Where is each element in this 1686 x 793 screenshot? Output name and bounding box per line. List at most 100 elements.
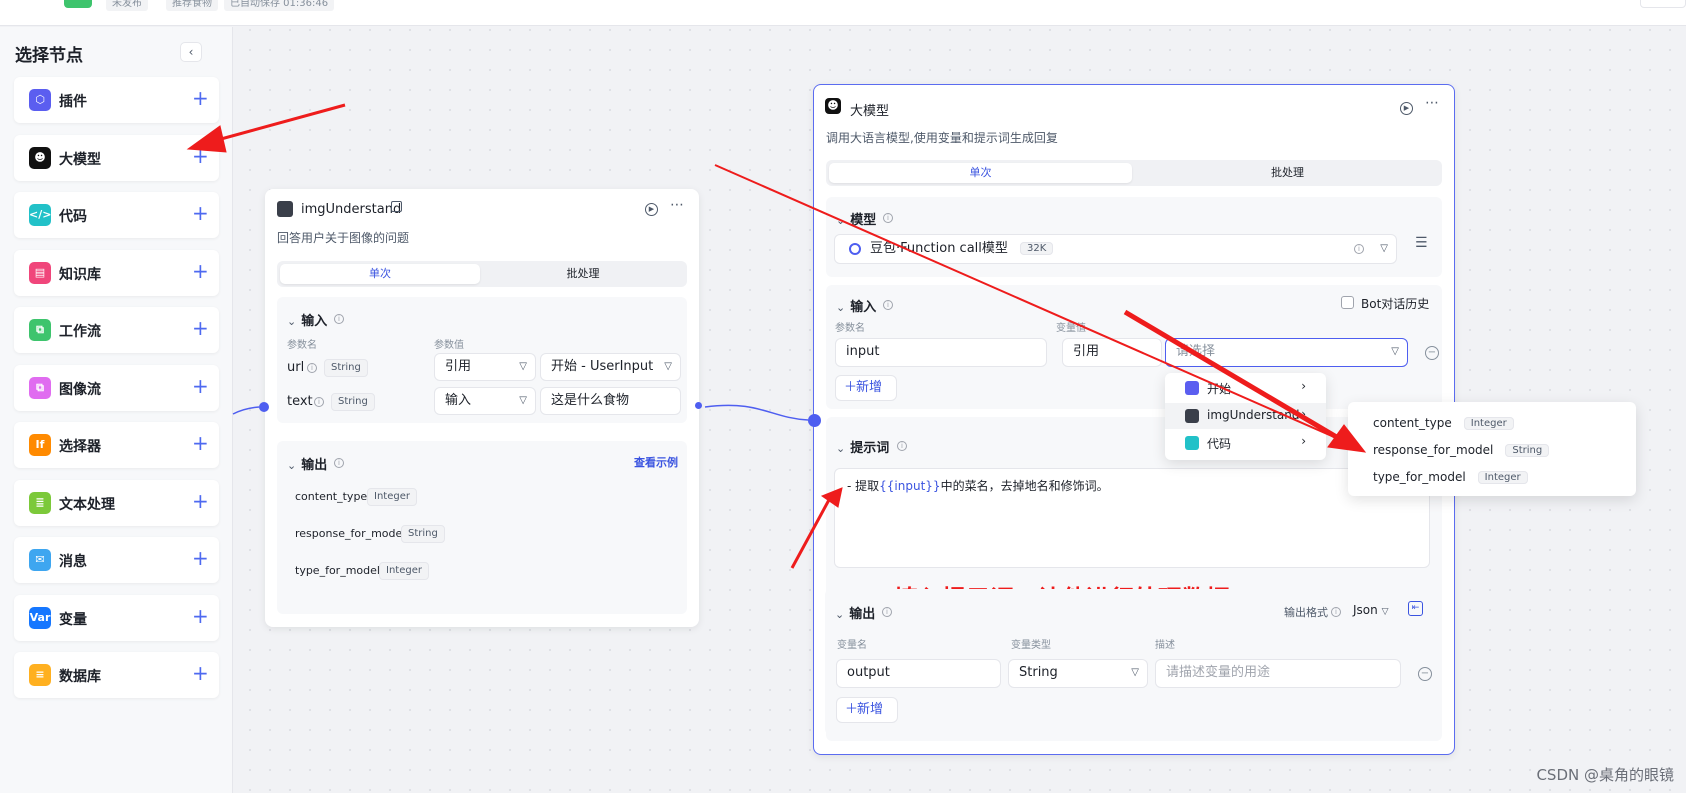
node-item-1[interactable]: ☻ 大模型 + [14, 135, 219, 181]
add-node-icon[interactable]: + [192, 490, 209, 512]
llm-node-input-port[interactable] [808, 414, 821, 427]
chevron-down-icon: ⌄ [836, 442, 846, 455]
output-format-select[interactable]: Json ▽ [1353, 603, 1389, 617]
node-item-6[interactable]: If 选择器 + [14, 422, 219, 468]
output-var-type-select[interactable]: String ▽ [1008, 659, 1148, 688]
img-node-input-port[interactable] [259, 402, 269, 412]
tab-single[interactable]: 单次 [829, 163, 1132, 183]
add-node-icon[interactable]: + [192, 547, 209, 569]
node-item-2[interactable]: </> 代码 + [14, 192, 219, 238]
bot-history-checkbox[interactable] [1341, 296, 1354, 309]
img-node-output-port[interactable] [695, 402, 702, 409]
add-node-icon[interactable]: + [192, 432, 209, 454]
add-node-icon[interactable]: + [192, 662, 209, 684]
image-flow-icon: ⧉ [29, 377, 51, 399]
chevron-down-icon: ▽ [1391, 346, 1399, 357]
info-icon: i [314, 397, 324, 407]
node-item-label: 代码 [59, 209, 87, 225]
context-length-badge: 32K [1020, 242, 1054, 255]
node-item-0[interactable]: ⬡ 插件 + [14, 77, 219, 123]
workflow-icon: ⧉ [29, 319, 51, 341]
var-type-header: 变量类型 [1011, 640, 1051, 651]
node-item-4[interactable]: ⧉ 工作流 + [14, 307, 219, 353]
model-section-title[interactable]: ⌄ 模型 [836, 209, 876, 228]
tab-single[interactable]: 单次 [280, 264, 480, 284]
model-section: ⌄ 模型 i 豆包·Function call模型 32K i ▽ ☰ [826, 197, 1442, 277]
img-node-icon [277, 201, 293, 217]
input-section-title[interactable]: ⌄ 输入 [836, 296, 876, 315]
text-value-input[interactable]: 这是什么食物 [540, 387, 681, 415]
llm-output-section: ⌄ 输出 i 输出格式 i Json ▽ ⇤ 变量名 变量类型 描述 output… [825, 589, 1441, 735]
top-bar-button[interactable] [1640, 0, 1686, 8]
model-settings-icon[interactable]: ☰ [1415, 235, 1428, 251]
prompt-editor[interactable]: - 提取{{input}}中的菜名，去掉地名和修饰词。 [834, 468, 1430, 568]
node-item-9[interactable]: Var 变量 + [14, 595, 219, 641]
output-section-title[interactable]: ⌄ 输出 [835, 603, 875, 622]
node-item-label: 变量 [59, 612, 87, 628]
add-node-icon[interactable]: + [192, 87, 209, 109]
add-node-icon[interactable]: + [192, 605, 209, 627]
run-node-icon[interactable]: ▶ [645, 203, 658, 216]
output-var-desc-input[interactable]: 请描述变量的用途 [1155, 659, 1401, 688]
tab-batch[interactable]: 批处理 [1136, 163, 1439, 183]
import-output-icon[interactable]: ⇤ [1408, 601, 1423, 616]
prompt-section-title[interactable]: ⌄ 提示词 [836, 437, 889, 456]
tab-batch[interactable]: 批处理 [483, 264, 683, 284]
node-item-7[interactable]: ≣ 文本处理 + [14, 480, 219, 526]
more-options-icon[interactable]: ⋯ [670, 197, 684, 213]
output-format-label: 输出格式 [1284, 606, 1328, 619]
remove-param-icon[interactable]: − [1425, 346, 1439, 360]
img-node-mode-tabs: 单次 批处理 [277, 261, 687, 287]
variable-value-header: 变量值 [1056, 323, 1086, 334]
view-example-link[interactable]: 查看示例 [634, 454, 678, 470]
dropdown-item-imgunderstand[interactable]: imgUnderstand › [1165, 403, 1326, 429]
url-mode-select[interactable]: 引用 ▽ [434, 353, 536, 381]
dropdown-item-code[interactable]: 代码 › [1165, 430, 1326, 456]
param-url-type: String [324, 359, 368, 377]
input-mode-select[interactable]: 引用 [1062, 338, 1162, 367]
var-desc-header: 描述 [1155, 640, 1175, 651]
param-text-label: text [287, 394, 313, 409]
node-item-label: 工作流 [59, 324, 101, 340]
add-node-icon[interactable]: + [192, 375, 209, 397]
input-section-title[interactable]: ⌄ 输入 [287, 310, 327, 329]
add-node-icon[interactable]: + [192, 260, 209, 282]
chevron-down-icon: ▽ [519, 361, 527, 372]
add-param-button[interactable]: ＋新增 [835, 375, 898, 401]
output-section-title[interactable]: ⌄ 输出 [287, 454, 327, 473]
remove-output-icon[interactable]: − [1418, 667, 1432, 681]
submenu-item[interactable]: type_for_model Integer [1373, 470, 1528, 487]
submenu-item[interactable]: content_type Integer [1373, 416, 1514, 433]
node-item-label: 图像流 [59, 382, 101, 398]
collapse-sidebar-button[interactable]: ‹ [180, 42, 202, 62]
node-item-10[interactable]: ≡ 数据库 + [14, 652, 219, 698]
submenu-item[interactable]: response_for_model String [1373, 443, 1550, 460]
bot-history-label: Bot对话历史 [1361, 297, 1430, 311]
add-node-icon[interactable]: + [192, 145, 209, 167]
variable-reference-select[interactable]: 请选择 ▽ [1165, 338, 1408, 367]
info-icon: i [883, 300, 893, 310]
var-name-header: 变量名 [837, 640, 867, 651]
llm-node-title: 大模型 [850, 104, 890, 119]
url-value-select[interactable]: 开始 - UserInput ▽ [540, 353, 681, 381]
img-node-input-section: ⌄ 输入 i 参数名 参数值 url i String 引用 ▽ 开始 - User… [277, 297, 687, 423]
add-output-button[interactable]: ＋新增 [836, 697, 899, 723]
output-var-name-input[interactable]: output [836, 659, 1001, 688]
node-item-label: 插件 [59, 94, 87, 110]
chevron-right-icon: › [1301, 379, 1306, 393]
run-node-icon[interactable]: ▶ [1400, 102, 1413, 115]
more-options-icon[interactable]: ⋯ [1425, 95, 1439, 111]
text-mode-select[interactable]: 输入 ▽ [434, 387, 536, 415]
node-picker-sidebar: 选择节点 ‹ ⬡ 插件 + ☻ 大模型 + </> 代码 + ▤ 知识库 + ⧉ 工作流 + ⧉ 图像流 + If 选… [0, 27, 233, 793]
add-node-icon[interactable]: + [192, 202, 209, 224]
node-item-5[interactable]: ⧉ 图像流 + [14, 365, 219, 411]
node-item-3[interactable]: ▤ 知识库 + [14, 250, 219, 296]
model-select[interactable]: 豆包·Function call模型 32K i ▽ [834, 234, 1397, 264]
img-understand-node[interactable]: imgUnderstand ▶ ⋯ 回答用户关于图像的问题 单次 批处理 ⌄ 输入… [265, 189, 699, 627]
node-item-label: 数据库 [59, 669, 101, 685]
dropdown-item-start[interactable]: 开始 › [1165, 375, 1326, 401]
chevron-down-icon: ▽ [519, 395, 527, 406]
add-node-icon[interactable]: + [192, 317, 209, 339]
param-name-input[interactable]: input [835, 338, 1047, 367]
node-item-8[interactable]: ✉ 消息 + [14, 537, 219, 583]
